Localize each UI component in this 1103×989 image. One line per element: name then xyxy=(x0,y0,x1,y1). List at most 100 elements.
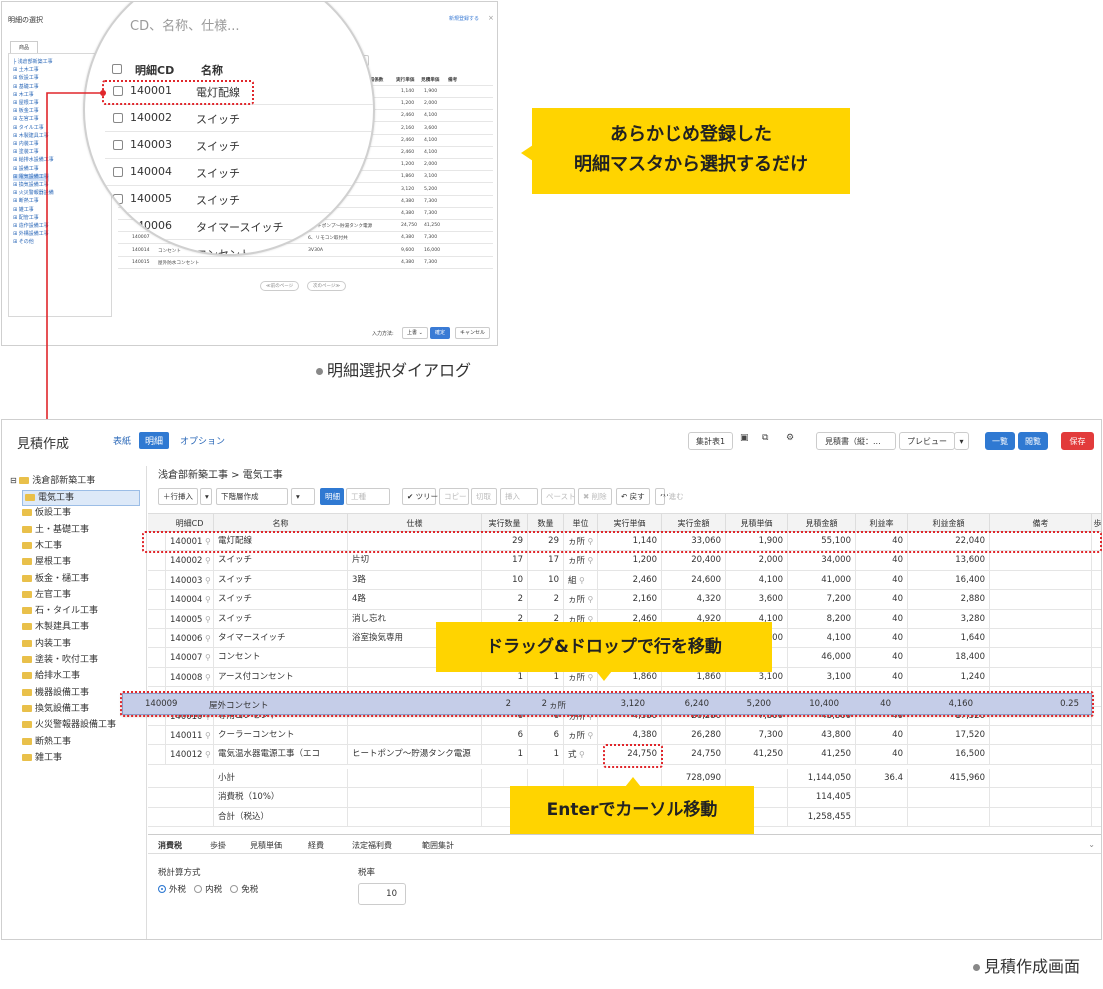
bottom-tab[interactable]: 歩掛 xyxy=(210,840,226,851)
grid-cell[interactable]: ヵ所 ⚲ xyxy=(564,726,598,745)
grid-cell[interactable]: 40 xyxy=(856,745,908,765)
grid-cell[interactable]: 電気温水器電源工事（エコ xyxy=(214,745,348,765)
drag-handle[interactable] xyxy=(148,570,166,590)
grid-cell[interactable]: ヒートポンプ〜貯湯タンク電源 xyxy=(348,745,482,765)
grid-cell[interactable]: スイッチ xyxy=(214,551,348,571)
tree-item[interactable]: 内装工事 xyxy=(22,637,71,651)
grid-cell[interactable]: 140005 ⚲ xyxy=(166,609,214,629)
grid-cell[interactable]: 40 xyxy=(856,629,908,648)
grid-cell[interactable]: 26,280 xyxy=(662,726,726,745)
grid-cell[interactable]: 40 xyxy=(856,648,908,668)
grid-cell[interactable]: 17 xyxy=(482,551,528,571)
bottom-tab[interactable]: 範囲集計 xyxy=(422,840,454,851)
grid-cell[interactable]: 4,380 xyxy=(598,726,662,745)
grid-cell[interactable]: 24,750 xyxy=(662,745,726,765)
grid-cell[interactable]: 2,460 xyxy=(598,570,662,590)
grid-cell[interactable]: 10 xyxy=(528,570,564,590)
toolbar-button[interactable]: ✔ ツリー xyxy=(402,488,438,505)
drag-handle[interactable] xyxy=(148,590,166,610)
grid-cell[interactable]: 1,200 xyxy=(598,551,662,571)
grid-cell[interactable]: 0.25 xyxy=(1092,590,1101,609)
grid-cell[interactable]: 式 ⚲ xyxy=(564,745,598,765)
toolbar-button[interactable]: ✖ 削除 xyxy=(578,488,612,505)
grid-cell[interactable]: 140011 ⚲ xyxy=(166,726,214,745)
chevron-down-icon[interactable]: ▾ xyxy=(954,432,969,450)
tree-item[interactable]: 木製建具工事 xyxy=(22,620,89,634)
bottom-tab[interactable]: 見積単価 xyxy=(250,840,282,851)
grid-cell[interactable]: 40 xyxy=(856,570,908,590)
toolbar-button[interactable]: 下階層作成 xyxy=(216,488,288,505)
grid-cell[interactable]: 17,520 xyxy=(908,726,990,745)
search-icon[interactable]: ⚲ xyxy=(202,731,211,740)
grid-cell[interactable]: 40 xyxy=(856,726,908,745)
grid-cell[interactable] xyxy=(990,609,1092,629)
grid-cell[interactable]: 0.25 xyxy=(1092,610,1101,629)
tab-option[interactable]: オプション xyxy=(180,434,225,447)
grid-cell[interactable] xyxy=(990,551,1092,571)
grid-cell[interactable]: 3,100 xyxy=(788,667,856,687)
drag-handle[interactable] xyxy=(148,745,166,765)
search-icon[interactable]: ⚲ xyxy=(202,556,211,565)
grid-cell[interactable]: 24,600 xyxy=(662,570,726,590)
toolbar-button[interactable]: ▾ xyxy=(200,488,212,505)
grid-cell[interactable] xyxy=(990,726,1092,745)
grid-cell[interactable]: 41,250 xyxy=(788,745,856,765)
bottom-tab[interactable]: 法定福利費 xyxy=(352,840,392,851)
search-icon[interactable]: ⚲ xyxy=(202,750,211,759)
grid-cell[interactable]: 40 xyxy=(856,667,908,687)
grid-cell[interactable]: 46,000 xyxy=(788,648,856,668)
toolbar-button[interactable]: 挿入 xyxy=(500,488,538,505)
grid-cell[interactable]: 0.25 xyxy=(1092,726,1101,745)
table-row[interactable]: 140002 ⚲ スイッチ 片切 17 17 ヵ所 ⚲ 1,200 20,400 2,000 34… xyxy=(148,551,1101,571)
grid-cell[interactable]: 2 xyxy=(528,590,564,610)
tree-item[interactable]: 断熱工事 xyxy=(22,735,71,749)
tab-cover[interactable]: 表紙 xyxy=(113,434,131,447)
grid-cell[interactable]: 2,000 xyxy=(726,551,788,571)
drag-handle[interactable] xyxy=(148,609,166,629)
grid-cell[interactable]: 0.05 xyxy=(1092,551,1101,570)
search-icon[interactable]: ⚲ xyxy=(585,673,594,682)
grid-cell[interactable]: 140004 ⚲ xyxy=(166,590,214,610)
grid-cell[interactable]: 140006 ⚲ xyxy=(166,629,214,648)
drag-handle[interactable] xyxy=(148,726,166,745)
grid-cell[interactable]: 7,300 xyxy=(726,726,788,745)
table-row[interactable]: 140004 ⚲ スイッチ 4路 2 2 ヵ所 ⚲ 2,160 4,320 3,600 7,200… xyxy=(148,590,1101,610)
tree-item[interactable]: 板金・樋工事 xyxy=(22,572,89,586)
grid-cell[interactable]: 1 xyxy=(482,745,528,765)
grid-cell[interactable]: スイッチ xyxy=(214,590,348,610)
save-button[interactable]: 保存 xyxy=(1061,432,1094,450)
grid-cell[interactable] xyxy=(990,590,1092,610)
grid-cell[interactable]: アース付コンセント xyxy=(214,667,348,687)
grid-cell[interactable]: 1,240 xyxy=(908,667,990,687)
toolbar-button[interactable]: ペースト xyxy=(541,488,576,505)
chevron-down-icon[interactable]: ⌄ xyxy=(1088,840,1095,849)
grid-cell[interactable]: 41,250 xyxy=(726,745,788,765)
copy-icon[interactable]: ⧉ xyxy=(762,433,768,443)
grid-cell[interactable]: 13,600 xyxy=(908,551,990,571)
tree-item[interactable]: 換気設備工事 xyxy=(22,702,89,716)
search-icon[interactable]: ⚲ xyxy=(202,576,211,585)
grid-cell[interactable]: 1,640 xyxy=(908,629,990,648)
grid-cell[interactable]: 7,200 xyxy=(788,590,856,610)
grid-cell[interactable]: 6 xyxy=(528,726,564,745)
grid-cell[interactable]: スイッチ xyxy=(214,570,348,590)
summary-button[interactable]: 集計表1 xyxy=(688,432,733,450)
grid-cell[interactable]: 0.25 xyxy=(1092,648,1101,667)
tree-item[interactable]: 石・タイル工事 xyxy=(22,604,98,618)
grid-cell[interactable]: 140012 ⚲ xyxy=(166,745,214,765)
grid-cell[interactable] xyxy=(348,726,482,745)
grid-cell[interactable]: 16,500 xyxy=(908,745,990,765)
drag-handle[interactable] xyxy=(148,648,166,668)
grid-cell[interactable]: 10 xyxy=(482,570,528,590)
view-button[interactable]: 閲覧 xyxy=(1018,432,1048,450)
radio-exempt[interactable] xyxy=(230,885,239,893)
grid-cell[interactable] xyxy=(990,667,1092,687)
grid-cell[interactable]: 43,800 xyxy=(788,726,856,745)
grid-cell[interactable]: 3,280 xyxy=(908,609,990,629)
search-icon[interactable]: ⚲ xyxy=(585,595,594,604)
toolbar-button[interactable]: 工種 xyxy=(346,488,390,505)
grid-cell[interactable]: スイッチ xyxy=(214,609,348,629)
grid-cell[interactable]: 8,200 xyxy=(788,609,856,629)
gear-icon[interactable]: ⚙ xyxy=(786,433,794,443)
tree-item[interactable]: 土・基礎工事 xyxy=(22,523,89,537)
